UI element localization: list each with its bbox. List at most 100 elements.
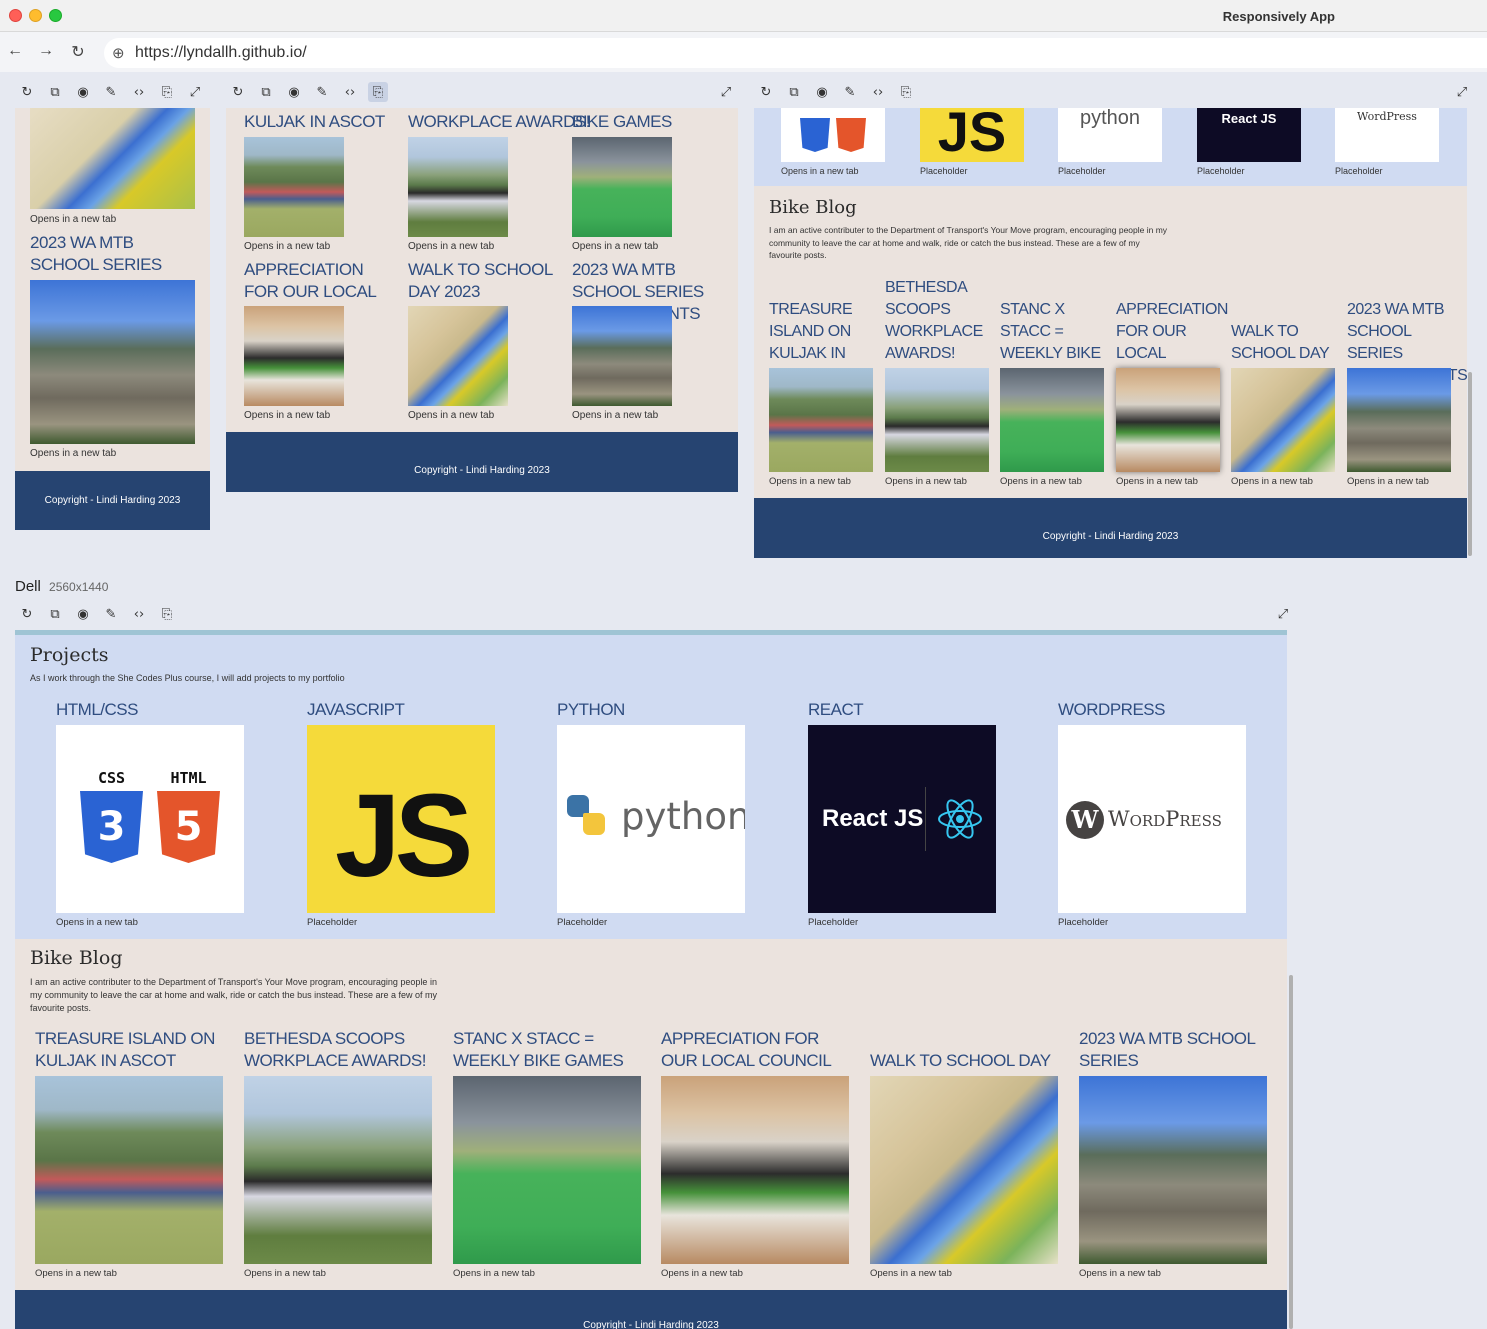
- camera-icon[interactable]: ◉: [284, 82, 304, 102]
- device-viewport-small[interactable]: Opens in a new tab 2023 WA MTB SCHOOL SE…: [15, 108, 210, 530]
- project-title[interactable]: HTML/CSS: [56, 700, 138, 720]
- react-logo[interactable]: React JS: [1197, 108, 1301, 162]
- post-photo[interactable]: [572, 137, 672, 237]
- html-css-logo[interactable]: [781, 108, 885, 162]
- project-caption: Opens in a new tab: [56, 917, 138, 928]
- footer: Copyright - Lindi Harding 2023: [226, 432, 738, 492]
- post-photo[interactable]: [1000, 368, 1104, 472]
- reload-icon[interactable]: ↻: [228, 82, 248, 102]
- post-caption: Opens in a new tab: [1000, 476, 1082, 487]
- post-title[interactable]: WALK TO SCHOOL DAY 2023: [408, 259, 558, 303]
- post-photo[interactable]: [870, 1076, 1058, 1264]
- maximize-window-button[interactable]: [49, 9, 62, 22]
- post-photo[interactable]: [30, 280, 195, 444]
- project-caption: Placeholder: [1197, 166, 1245, 176]
- post-title[interactable]: BIKE GAMES: [572, 112, 672, 132]
- post-photo[interactable]: [244, 1076, 432, 1264]
- post-caption: Opens in a new tab: [244, 241, 331, 252]
- device-viewport-dell[interactable]: Projects As I work through the She Codes…: [15, 630, 1287, 1329]
- minimize-window-button[interactable]: [29, 9, 42, 22]
- post-photo[interactable]: [661, 1076, 849, 1264]
- css3-number: 3: [97, 804, 126, 850]
- forward-arrow-icon[interactable]: →: [37, 42, 55, 60]
- post-title[interactable]: STANC X STACC = WEEKLY BIKE GAMES: [453, 1028, 643, 1072]
- viewport-scrollbar[interactable]: [1468, 372, 1472, 556]
- react-logo[interactable]: React JS: [808, 725, 996, 913]
- url-input[interactable]: ⊕ https://lyndallh.github.io/: [104, 38, 1487, 68]
- camera-icon[interactable]: ◉: [73, 82, 93, 102]
- post-photo[interactable]: [35, 1076, 223, 1264]
- close-window-button[interactable]: [9, 9, 22, 22]
- reload-icon[interactable]: ↻: [756, 82, 776, 102]
- post-photo[interactable]: [408, 306, 508, 406]
- post-caption: Opens in a new tab: [408, 410, 495, 421]
- code-icon[interactable]: ‹›: [340, 82, 360, 102]
- screenshot-full-icon[interactable]: ⧉: [45, 82, 65, 102]
- project-title[interactable]: JAVASCRIPT: [307, 700, 405, 720]
- post-photo[interactable]: [453, 1076, 641, 1264]
- rotate-device-icon[interactable]: ⎘: [368, 82, 388, 102]
- footer: Copyright - Lindi Harding 2023: [15, 1290, 1287, 1329]
- project-title[interactable]: PYTHON: [557, 700, 625, 720]
- post-title[interactable]: TREASURE ISLAND ON KULJAK IN ASCOT: [35, 1028, 225, 1072]
- expand-icon[interactable]: ⤢: [1273, 604, 1293, 624]
- post-photo[interactable]: [1079, 1076, 1267, 1264]
- post-photo[interactable]: [244, 137, 344, 237]
- post-photo[interactable]: [769, 368, 873, 472]
- back-arrow-icon[interactable]: ←: [6, 42, 24, 60]
- post-photo[interactable]: [1347, 368, 1451, 472]
- reload-icon[interactable]: ↻: [17, 82, 37, 102]
- post-photo[interactable]: [572, 306, 672, 406]
- post-photo[interactable]: [244, 306, 344, 406]
- screenshot-full-icon[interactable]: ⧉: [784, 82, 804, 102]
- reload-icon[interactable]: ↻: [69, 42, 87, 62]
- post-photo[interactable]: [30, 108, 195, 209]
- post-photo[interactable]: [1231, 368, 1335, 472]
- wordpress-logo[interactable]: WordPress: [1335, 108, 1439, 162]
- screenshot-full-icon[interactable]: ⧉: [256, 82, 276, 102]
- device-viewport-large[interactable]: JS python React JS WordPress Opens in a …: [754, 108, 1467, 558]
- eyedropper-icon[interactable]: ✎: [101, 82, 121, 102]
- post-caption: Opens in a new tab: [870, 1268, 952, 1279]
- camera-icon[interactable]: ◉: [812, 82, 832, 102]
- expand-icon[interactable]: ⤢: [185, 82, 205, 102]
- screenshot-full-icon[interactable]: ⧉: [45, 604, 65, 624]
- python-logo[interactable]: python: [1058, 108, 1162, 162]
- viewport-scrollbar[interactable]: [1289, 975, 1293, 1329]
- code-icon[interactable]: ‹›: [868, 82, 888, 102]
- project-caption: Placeholder: [808, 917, 859, 928]
- post-caption: Opens in a new tab: [572, 410, 659, 421]
- post-title[interactable]: BETHESDA SCOOPS WORKPLACE AWARDS!: [885, 277, 993, 365]
- code-icon[interactable]: ‹›: [129, 82, 149, 102]
- javascript-logo[interactable]: JS: [920, 108, 1024, 162]
- post-title[interactable]: BETHESDA SCOOPS WORKPLACE AWARDS!: [244, 1028, 434, 1072]
- reload-icon[interactable]: ↻: [17, 604, 37, 624]
- post-photo[interactable]: [408, 137, 508, 237]
- rotate-device-icon[interactable]: ⎘: [157, 604, 177, 624]
- code-icon[interactable]: ‹›: [129, 604, 149, 624]
- device-viewport-medium[interactable]: KULJAK IN ASCOT WORKPLACE AWARDS! BIKE G…: [226, 108, 738, 492]
- post-title[interactable]: APPRECIATION FOR OUR LOCAL COUNCIL: [661, 1028, 851, 1072]
- post-photo-hovered[interactable]: [1116, 368, 1220, 472]
- eyedropper-icon[interactable]: ✎: [840, 82, 860, 102]
- post-title[interactable]: KULJAK IN ASCOT: [244, 112, 385, 132]
- html-css-logo[interactable]: CSS HTML 3 5: [56, 725, 244, 913]
- project-title[interactable]: WORDPRESS: [1058, 700, 1165, 720]
- blog-section-title: Bike Blog: [30, 947, 123, 969]
- expand-icon[interactable]: ⤢: [716, 82, 736, 102]
- post-caption: Opens in a new tab: [1116, 476, 1198, 487]
- javascript-logo[interactable]: JS: [307, 725, 495, 913]
- eyedropper-icon[interactable]: ✎: [312, 82, 332, 102]
- post-caption: Opens in a new tab: [408, 241, 495, 252]
- expand-icon[interactable]: ⤢: [1452, 82, 1472, 102]
- wordpress-logo[interactable]: W WordPress: [1058, 725, 1246, 913]
- post-photo[interactable]: [885, 368, 989, 472]
- eyedropper-icon[interactable]: ✎: [101, 604, 121, 624]
- python-logo[interactable]: python: [557, 725, 745, 913]
- camera-icon[interactable]: ◉: [73, 604, 93, 624]
- python-snake-yellow-icon: [583, 813, 605, 835]
- post-title[interactable]: WORKPLACE AWARDS!: [408, 112, 591, 132]
- rotate-device-icon[interactable]: ⎘: [896, 82, 916, 102]
- project-title[interactable]: REACT: [808, 700, 864, 720]
- rotate-device-icon[interactable]: ⎘: [157, 82, 177, 102]
